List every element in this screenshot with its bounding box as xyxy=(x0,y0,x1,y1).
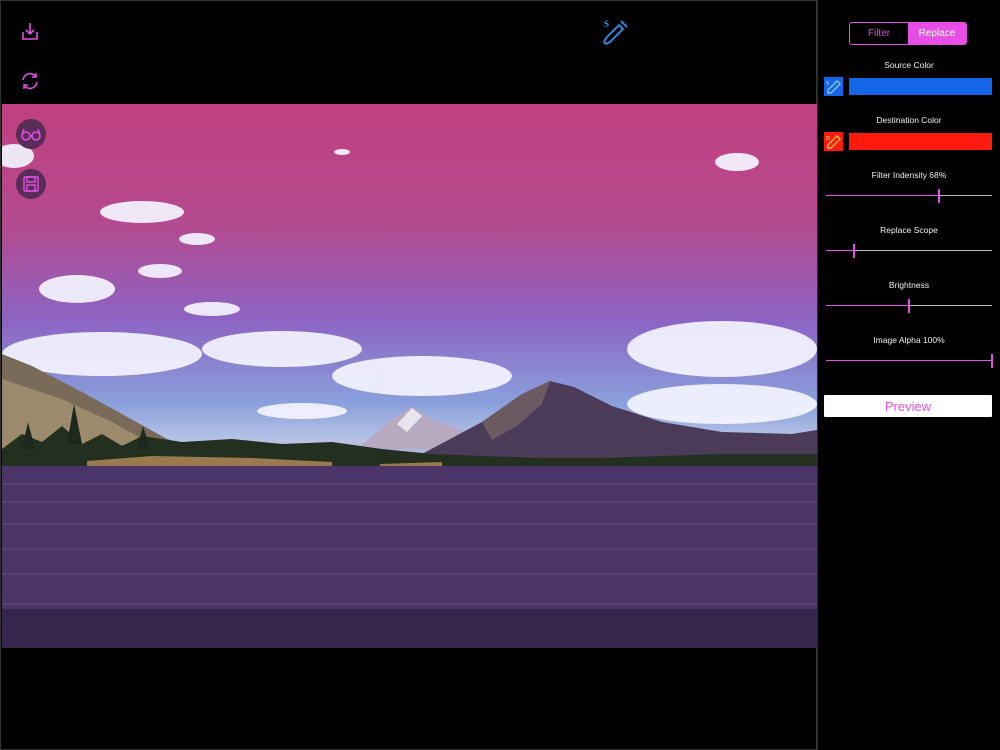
slider-thumb[interactable] xyxy=(991,354,993,368)
image-alpha-label: Image Alpha 100% xyxy=(873,335,945,345)
download-icon[interactable] xyxy=(17,18,43,44)
slider-fill xyxy=(826,195,939,196)
destination-color-swatch[interactable] xyxy=(849,133,992,150)
save-icon[interactable] xyxy=(16,169,46,199)
source-color-swatch[interactable] xyxy=(849,78,992,95)
slider-fill xyxy=(826,250,855,251)
replace-scope-label: Replace Scope xyxy=(880,225,938,235)
preview-button[interactable]: Preview xyxy=(824,395,992,417)
slider-thumb[interactable] xyxy=(853,244,856,258)
slider-fill xyxy=(826,360,992,361)
destination-picker-icon[interactable]: D xyxy=(824,132,843,151)
slider-fill xyxy=(826,305,909,306)
source-color-label: Source Color xyxy=(884,60,934,70)
source-picker-icon[interactable]: S xyxy=(824,77,843,96)
source-picker-label: S xyxy=(826,81,830,87)
destination-picker-label: D xyxy=(826,136,831,142)
filter-intensity-label: Filter Indensity 68% xyxy=(871,170,947,180)
slider-thumb[interactable] xyxy=(937,189,940,203)
image-alpha-slider[interactable] xyxy=(826,354,993,368)
eyedropper-icon[interactable]: S xyxy=(599,17,631,49)
canvas-area: S xyxy=(0,0,817,750)
refresh-icon[interactable] xyxy=(17,68,43,94)
replace-scope-slider[interactable] xyxy=(826,244,992,258)
source-color-row: S xyxy=(824,77,992,97)
tab-filter[interactable]: Filter xyxy=(850,23,908,44)
slider-thumb[interactable] xyxy=(908,299,910,313)
eyedropper-label: S xyxy=(604,19,609,29)
landscape-image xyxy=(2,144,817,648)
tab-replace[interactable]: Replace xyxy=(908,23,966,44)
destination-color-label: Destination Color xyxy=(876,115,942,125)
brightness-label: Brightness xyxy=(888,280,930,290)
glasses-icon[interactable] xyxy=(16,119,46,149)
mode-switch[interactable]: Filter Replace xyxy=(849,22,967,45)
edited-photo[interactable] xyxy=(2,104,817,648)
settings-panel xyxy=(817,0,1000,750)
filter-intensity-slider[interactable] xyxy=(826,189,992,203)
destination-color-row: D xyxy=(824,132,992,152)
brightness-slider[interactable] xyxy=(826,299,992,313)
